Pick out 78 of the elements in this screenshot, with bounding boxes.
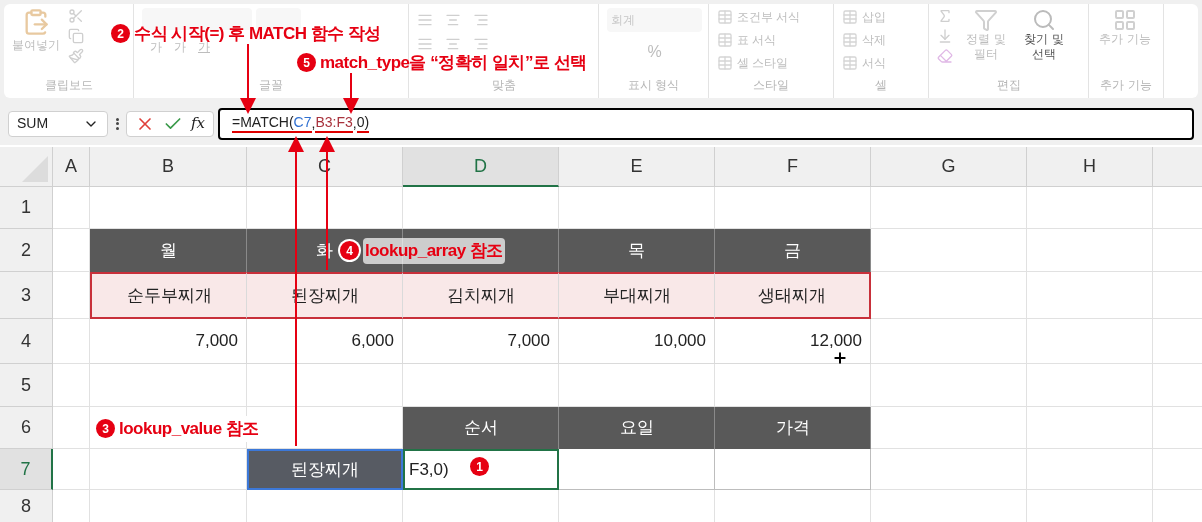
ribbon-button[interactable]: 찾기 및 선택 [1019,8,1069,64]
align-middle-icon[interactable] [445,12,461,28]
column-header[interactable]: H [1027,147,1153,187]
group-label: 글꼴 [259,77,283,94]
align-top-icon[interactable] [417,12,433,28]
group-label: 추가 기능 [1100,77,1152,94]
copy-icon[interactable] [68,28,84,44]
table-icon [842,9,858,25]
table-icon [717,32,733,48]
function-button[interactable]: fx [191,112,205,135]
column-header [1153,147,1202,187]
group-label: 셀 [875,77,887,94]
annotation-text: lookup_array 참조 [363,238,505,264]
group-label: 표시 형식 [627,77,680,94]
fill-icon[interactable] [937,28,953,44]
formula-field[interactable]: =MATCH(C7,B3:F3,0) [218,107,1194,140]
align-right-icon[interactable] [473,36,489,52]
cell-text: 10,000 [654,330,706,353]
row-header[interactable]: 2 [0,229,53,272]
column-header[interactable]: F [715,147,871,187]
cell-text: 6,000 [351,330,394,353]
cell-text: 금 [784,239,801,262]
row-header[interactable]: 4 [0,319,53,364]
cell-text: 된장찌개 [291,458,359,481]
cell-text: 순두부찌개 [126,284,212,307]
column-header[interactable]: A [53,147,90,187]
arrow [343,72,359,114]
row-header[interactable]: 3 [0,272,53,319]
table-icon [717,55,733,71]
table-cell [53,449,90,490]
column-header[interactable]: G [871,147,1027,187]
cell-text: 월 [159,239,177,262]
align-left-icon[interactable] [417,36,433,52]
search-icon [1032,8,1056,32]
annotation-text: match_type을 “정확히 일치”로 선택 [320,52,587,74]
cell-text: 생태찌개 [758,284,826,307]
cell-text: 순서 [463,417,498,440]
brush-icon[interactable] [68,48,84,64]
grid-icon [1113,8,1137,32]
column-header[interactable]: B [90,147,247,187]
filter-icon [974,8,998,32]
align-center-icon[interactable] [445,36,461,52]
column-header[interactable]: D [403,147,559,187]
group-label: 맞춤 [491,77,516,94]
row-header[interactable]: 1 [0,187,53,229]
cell-text: 7,000 [195,330,238,353]
cell-text: 12,000 [810,330,862,353]
group-label: 스타일 [753,77,789,94]
row-header[interactable]: 6 [0,407,53,449]
sum-icon[interactable] [937,8,953,24]
cut-icon[interactable] [68,8,84,24]
cell-text: 부대찌개 [602,284,671,307]
eraser-icon[interactable] [937,48,953,64]
group-label: 편집 [996,77,1021,94]
cell-text: 목 [628,239,645,262]
row-header[interactable]: 8 [0,490,53,522]
row-header[interactable]: 7 [0,449,53,490]
name-box[interactable]: SUM [8,110,108,137]
step-badge: 4 [340,241,359,261]
table-icon [842,55,858,71]
cell-text: 요일 [619,417,654,440]
row-header[interactable]: 5 [0,364,53,407]
arrow [240,43,256,114]
cell-text: F3,0) [409,458,449,481]
cell-text: 김치찌개 [446,284,515,307]
annotation-text: lookup_value 참조 [119,416,259,442]
table-cell [53,187,90,229]
cursor-icon [832,350,848,366]
table-icon [717,9,733,25]
align-bottom-icon[interactable] [473,12,489,28]
table-cell [53,364,90,407]
cell-text: 가격 [775,417,810,440]
cell-text: 7,000 [507,330,550,353]
table-icon [842,32,858,48]
column-header[interactable]: E [559,147,715,187]
table-cell [53,407,90,449]
group-label: 클립보드 [44,77,93,94]
step-badge: 3 [96,419,115,439]
